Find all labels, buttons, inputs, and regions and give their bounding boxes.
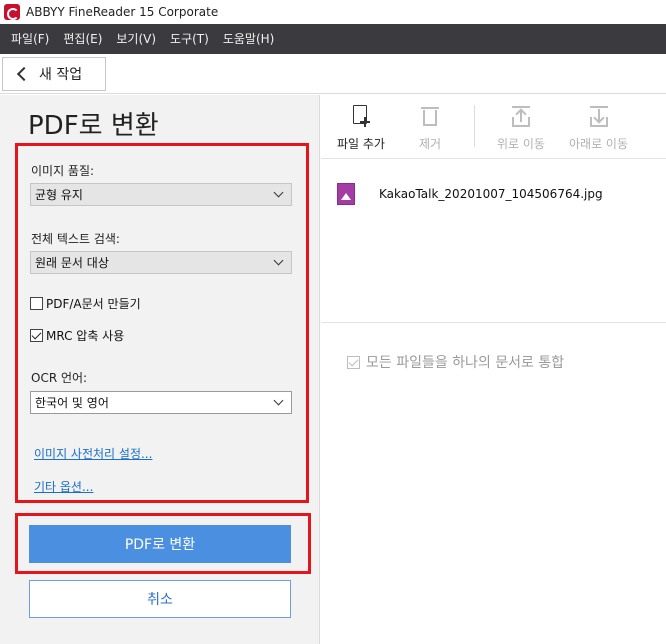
preprocessing-settings-link[interactable]: 이미지 사전처리 설정... bbox=[34, 445, 152, 462]
chevron-down-icon bbox=[273, 255, 284, 266]
fulltext-search-label: 전체 텍스트 검색: bbox=[31, 232, 120, 246]
convert-highlight-box: PDF로 변환 bbox=[15, 513, 311, 574]
file-list-panel: 파일 추가 제거 위로 이동 아래로 이동 KakaoTalk_20201007… bbox=[321, 95, 666, 644]
menu-bar: 파일(F) 편집(E) 보기(V) 도구(T) 도움말(H) bbox=[0, 24, 666, 54]
settings-highlight-box: 이미지 품질: 균형 유지 전체 텍스트 검색: 원래 문서 대상 PDF/A문… bbox=[15, 143, 309, 503]
move-up-icon bbox=[508, 103, 534, 131]
menu-tools[interactable]: 도구(T) bbox=[163, 24, 216, 54]
pdfa-label: PDF/A문서 만들기 bbox=[46, 297, 141, 311]
add-file-icon bbox=[348, 103, 374, 131]
menu-edit[interactable]: 편집(E) bbox=[56, 24, 109, 54]
move-down-button[interactable]: 아래로 이동 bbox=[569, 103, 628, 152]
cancel-button[interactable]: 취소 bbox=[29, 580, 291, 618]
mrc-checkbox[interactable] bbox=[30, 329, 43, 342]
file-toolbar: 파일 추가 제거 위로 이동 아래로 이동 bbox=[321, 95, 666, 159]
menu-help[interactable]: 도움말(H) bbox=[216, 24, 282, 54]
menu-view[interactable]: 보기(V) bbox=[109, 24, 163, 54]
mrc-label: MRC 압축 사용 bbox=[46, 329, 125, 343]
ocr-language-value: 한국어 및 영어 bbox=[35, 396, 109, 410]
panel-divider bbox=[321, 322, 666, 323]
ocr-language-select[interactable]: 한국어 및 영어 bbox=[30, 391, 292, 414]
image-file-icon bbox=[337, 183, 355, 205]
image-quality-select[interactable]: 균형 유지 bbox=[30, 183, 292, 206]
add-file-button[interactable]: 파일 추가 bbox=[337, 103, 385, 152]
pdfa-checkbox-row[interactable]: PDF/A문서 만들기 bbox=[30, 295, 141, 312]
add-file-label: 파일 추가 bbox=[337, 137, 385, 151]
merge-checkbox[interactable] bbox=[347, 355, 360, 369]
abbyy-logo-icon bbox=[4, 4, 20, 20]
trash-icon bbox=[417, 103, 443, 131]
list-item[interactable]: KakaoTalk_20201007_104506764.jpg bbox=[337, 183, 603, 205]
file-name: KakaoTalk_20201007_104506764.jpg bbox=[379, 187, 603, 201]
fulltext-search-select[interactable]: 원래 문서 대상 bbox=[30, 251, 292, 274]
conversion-settings-panel: PDF로 변환 이미지 품질: 균형 유지 전체 텍스트 검색: 원래 문서 대… bbox=[0, 95, 320, 644]
mrc-checkbox-row[interactable]: MRC 압축 사용 bbox=[30, 327, 124, 344]
toolbar-divider bbox=[474, 105, 475, 147]
remove-label: 제거 bbox=[418, 137, 442, 151]
image-quality-value: 균형 유지 bbox=[35, 188, 83, 202]
move-up-button[interactable]: 위로 이동 bbox=[497, 103, 545, 152]
remove-button[interactable]: 제거 bbox=[417, 103, 443, 152]
convert-to-pdf-button[interactable]: PDF로 변환 bbox=[29, 525, 291, 563]
merge-label: 모든 파일들을 하나의 문서로 통합 bbox=[366, 355, 565, 371]
merge-checkbox-row[interactable]: 모든 파일들을 하나의 문서로 통합 bbox=[347, 352, 564, 372]
chevron-left-icon bbox=[16, 66, 32, 82]
new-task-button[interactable]: 새 작업 bbox=[2, 57, 106, 91]
title-bar: ABBYY FineReader 15 Corporate bbox=[0, 0, 666, 24]
move-down-label: 아래로 이동 bbox=[569, 137, 629, 151]
fulltext-search-value: 원래 문서 대상 bbox=[35, 256, 109, 270]
other-options-link[interactable]: 기타 옵션... bbox=[34, 478, 93, 495]
pdfa-checkbox[interactable] bbox=[30, 297, 43, 310]
window-title: ABBYY FineReader 15 Corporate bbox=[26, 5, 219, 19]
page-title: PDF로 변환 bbox=[28, 111, 159, 141]
menu-file[interactable]: 파일(F) bbox=[4, 24, 56, 54]
move-up-label: 위로 이동 bbox=[497, 137, 545, 151]
move-down-icon bbox=[586, 103, 612, 131]
image-quality-label: 이미지 품질: bbox=[31, 164, 95, 178]
task-toolbar: 새 작업 bbox=[0, 54, 666, 94]
chevron-down-icon bbox=[273, 187, 284, 198]
chevron-down-icon bbox=[273, 395, 284, 406]
ocr-language-label: OCR 언어: bbox=[31, 371, 88, 385]
new-task-label: 새 작업 bbox=[39, 67, 83, 83]
